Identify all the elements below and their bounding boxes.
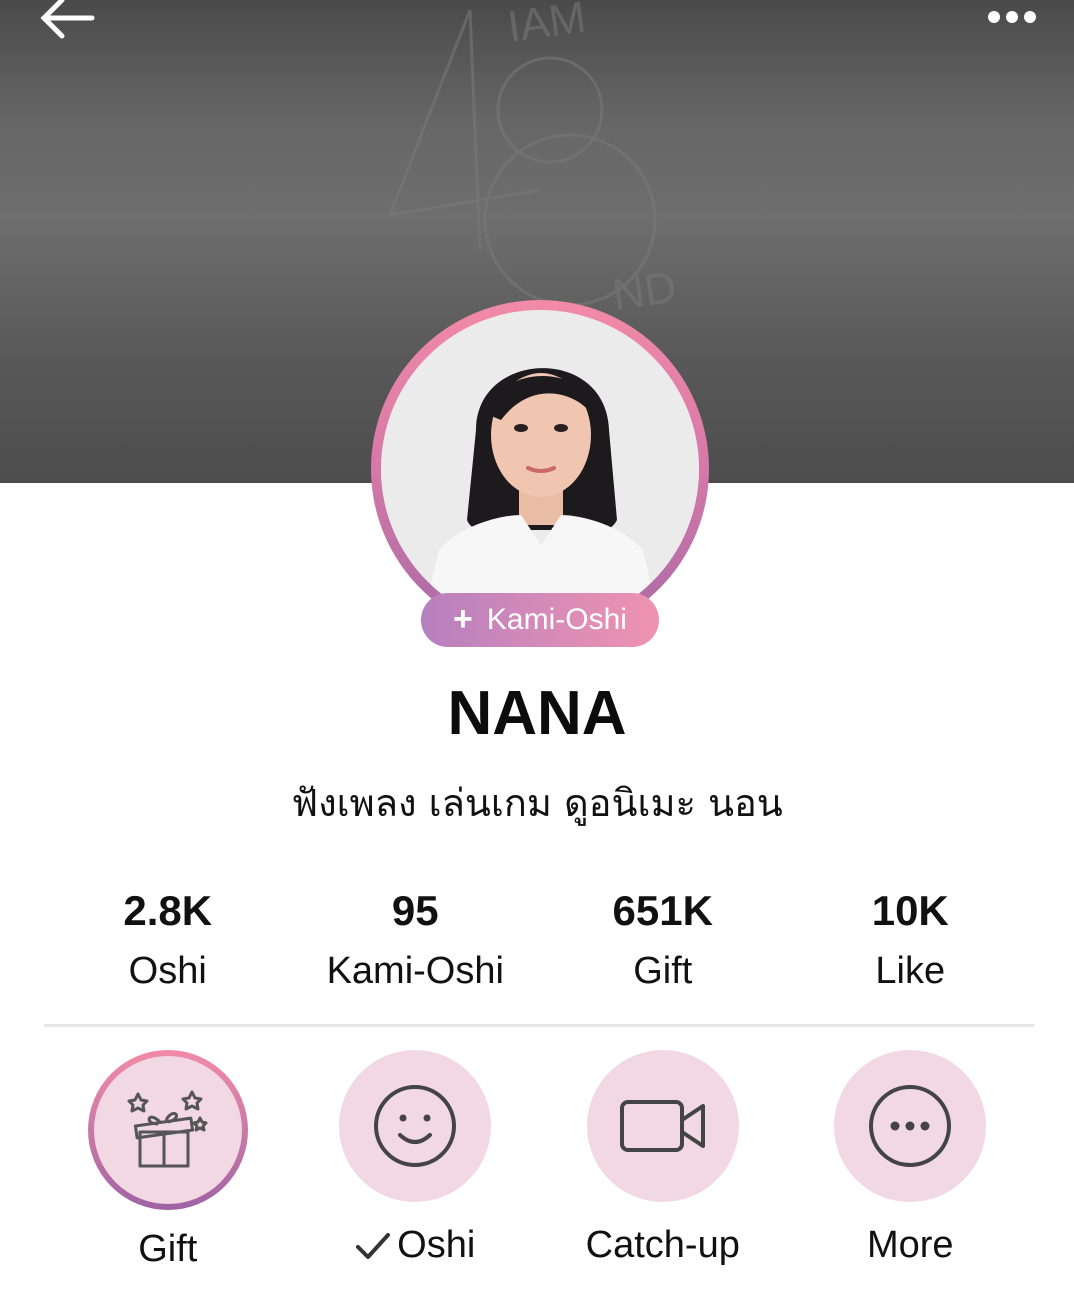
more-circle-icon	[869, 1085, 952, 1167]
more-button-label: More	[866, 1224, 954, 1266]
stat-label: Gift	[633, 950, 693, 992]
svg-text:ND: ND	[610, 263, 680, 320]
stat-gift[interactable]: 651K Gift	[539, 882, 787, 1002]
action-bar: Gift Oshi Catch-up More	[44, 1050, 1034, 1290]
back-button[interactable]	[36, 0, 100, 40]
more-button-circle[interactable]	[834, 1050, 987, 1202]
more-horizontal-icon	[988, 11, 1036, 23]
arrow-left-icon	[40, 0, 95, 39]
oshi-button-label-row: Oshi	[355, 1224, 475, 1267]
kami-oshi-button-label: Kami-Oshi	[486, 603, 627, 636]
stat-value: 2.8K	[123, 887, 213, 934]
stat-oshi[interactable]: 2.8K Oshi	[44, 882, 292, 1002]
stat-kami-oshi[interactable]: 95 Kami-Oshi	[292, 882, 540, 1002]
stat-label: Kami-Oshi	[326, 950, 504, 992]
video-camera-icon	[619, 1100, 705, 1152]
gift-button-label: Gift	[138, 1228, 198, 1270]
catch-up-button[interactable]: Catch-up	[539, 1050, 787, 1290]
profile-bio: ฟังเพลง เล่นเกม ดูอนิเมะ นอน	[291, 781, 783, 825]
portrait-image	[381, 310, 699, 628]
check-icon	[356, 1232, 391, 1259]
profile-name: NANA	[447, 679, 627, 748]
group-logo-watermark: IAM ND	[387, 0, 680, 320]
stat-label: Oshi	[128, 950, 207, 992]
stat-value: 10K	[871, 887, 949, 934]
oshi-button[interactable]: Oshi	[292, 1050, 540, 1290]
stats-row: 2.8K Oshi 95 Kami-Oshi 651K Gift 10K Lik…	[44, 882, 1034, 1002]
stat-value: 651K	[612, 887, 713, 934]
catch-up-button-label: Catch-up	[585, 1224, 740, 1266]
more-button[interactable]: More	[787, 1050, 1035, 1290]
gift-button[interactable]: Gift	[44, 1050, 292, 1290]
plus-icon: +	[453, 599, 473, 638]
stat-like[interactable]: 10K Like	[787, 882, 1035, 1002]
svg-text:IAM: IAM	[505, 0, 589, 52]
kami-oshi-button[interactable]: + Kami-Oshi	[421, 593, 659, 647]
divider	[44, 1024, 1034, 1027]
more-options-button[interactable]	[984, 6, 1040, 28]
stat-value: 95	[391, 887, 439, 934]
smile-icon	[374, 1085, 457, 1167]
profile-avatar[interactable]	[371, 300, 709, 638]
stat-label: Like	[875, 950, 946, 992]
oshi-button-label: Oshi	[397, 1224, 476, 1266]
oshi-button-circle[interactable]	[339, 1050, 492, 1202]
gift-icon	[127, 1090, 208, 1168]
avatar-photo	[381, 310, 699, 628]
catch-up-button-circle[interactable]	[586, 1050, 739, 1202]
gift-button-circle[interactable]	[87, 1050, 248, 1210]
